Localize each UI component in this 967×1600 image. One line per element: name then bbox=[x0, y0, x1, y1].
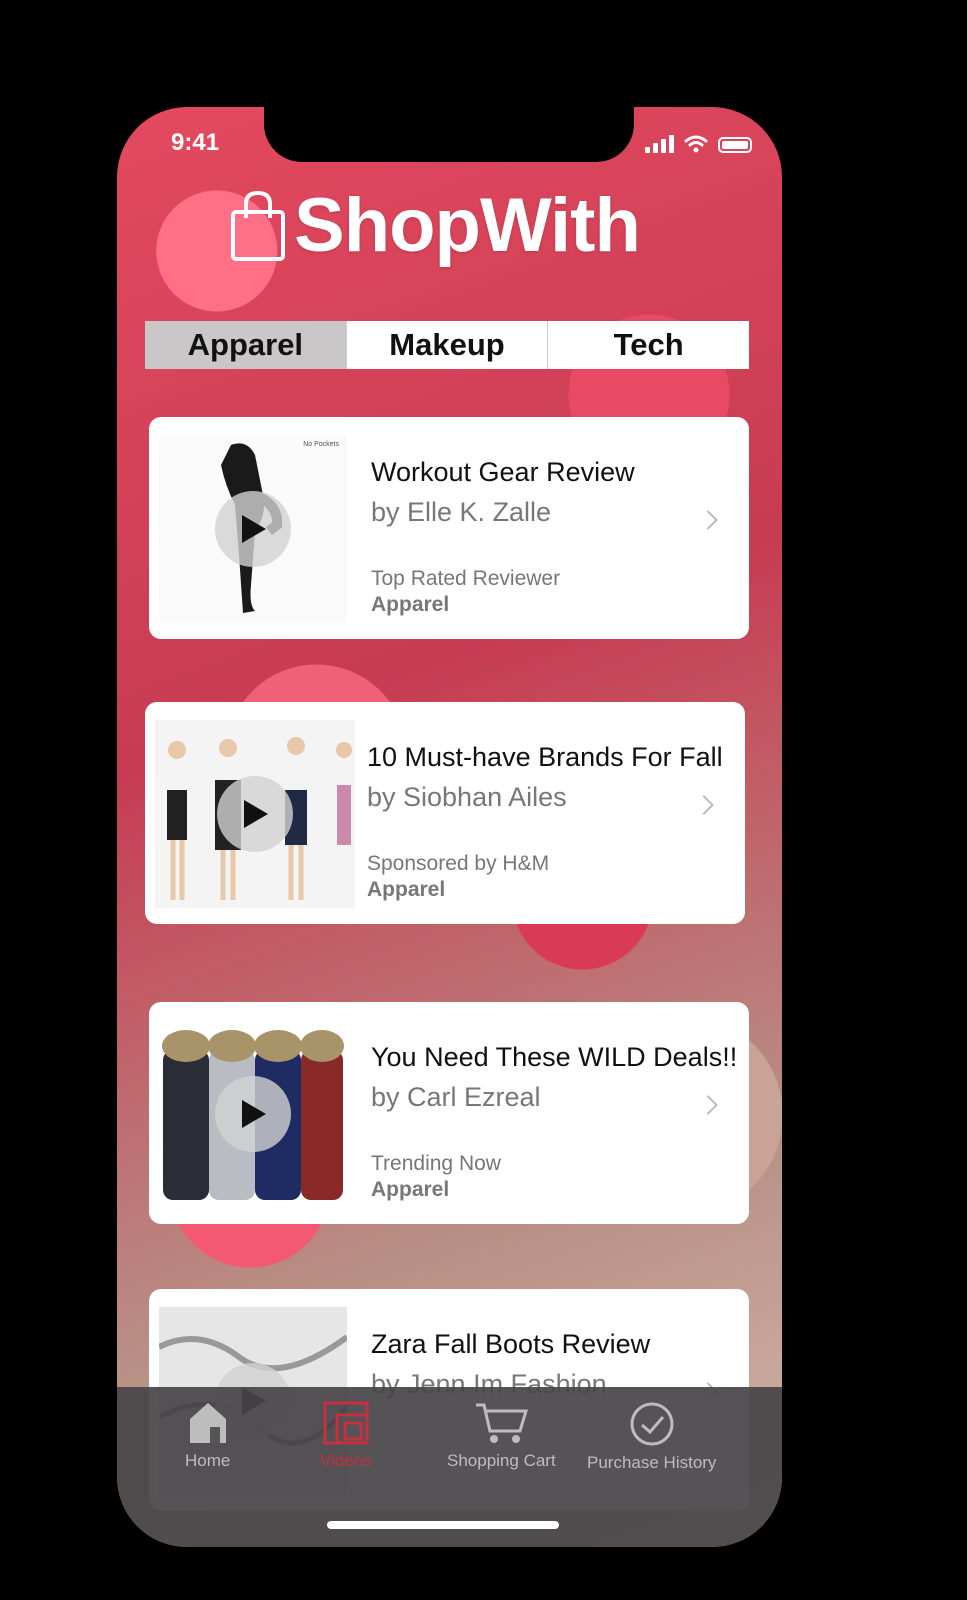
video-tag: Sponsored by H&M bbox=[367, 852, 550, 875]
videos-icon bbox=[323, 1401, 369, 1445]
tab-purchase-history[interactable]: Purchase History bbox=[587, 1401, 716, 1473]
bottom-tab-bar: Home Videos Shopping Cart Purchase Histo… bbox=[117, 1387, 782, 1547]
play-icon bbox=[244, 800, 268, 828]
video-author: by Siobhan Ailes bbox=[367, 782, 567, 812]
cart-icon bbox=[476, 1403, 529, 1443]
status-time: 9:41 bbox=[171, 129, 220, 156]
tab-videos[interactable]: Videos bbox=[320, 1401, 372, 1471]
tab-home[interactable]: Home bbox=[185, 1401, 230, 1471]
video-tag: Trending Now bbox=[371, 1152, 501, 1175]
chevron-right-icon bbox=[694, 795, 714, 815]
tab-label: Purchase History bbox=[587, 1453, 717, 1472]
video-thumbnail: No Pockets bbox=[159, 435, 347, 623]
video-card[interactable]: 10 Must-have Brands For Fall by Siobhan … bbox=[145, 702, 745, 924]
video-thumbnail bbox=[159, 1020, 347, 1208]
app-name: ShopWith bbox=[294, 183, 641, 268]
thumbnail-caption: No Pockets bbox=[303, 441, 339, 448]
video-category: Apparel bbox=[371, 1178, 450, 1201]
video-category: Apparel bbox=[367, 878, 446, 901]
video-card[interactable]: No Pockets Workout Gear Review by Elle K… bbox=[149, 417, 749, 639]
video-thumbnail bbox=[155, 720, 355, 908]
video-author: by Carl Ezreal bbox=[371, 1082, 541, 1112]
play-button[interactable] bbox=[217, 776, 293, 852]
tab-label: Shopping Cart bbox=[447, 1451, 556, 1470]
category-segmented-control: Apparel Makeup Tech bbox=[145, 321, 749, 369]
video-title: Zara Fall Boots Review bbox=[371, 1329, 651, 1359]
home-icon bbox=[189, 1403, 226, 1443]
tab-label: Videos bbox=[320, 1451, 372, 1470]
signal-icon bbox=[645, 135, 674, 153]
notch bbox=[264, 107, 634, 162]
app-logo: ShopWith bbox=[230, 182, 641, 269]
video-tag: Top Rated Reviewer bbox=[371, 567, 561, 590]
home-indicator bbox=[327, 1521, 559, 1529]
play-icon bbox=[242, 515, 266, 543]
video-author: by Elle K. Zalle bbox=[371, 497, 552, 527]
video-title: You Need These WILD Deals!! bbox=[371, 1042, 738, 1072]
battery-icon bbox=[718, 137, 752, 153]
chevron-right-icon bbox=[698, 1095, 718, 1115]
segment-apparel[interactable]: Apparel bbox=[145, 321, 347, 369]
tab-shopping-cart[interactable]: Shopping Cart bbox=[447, 1401, 556, 1471]
chevron-right-icon bbox=[698, 510, 718, 530]
wifi-icon bbox=[684, 135, 708, 153]
segment-tech[interactable]: Tech bbox=[548, 321, 749, 369]
video-card[interactable]: You Need These WILD Deals!! by Carl Ezre… bbox=[149, 1002, 749, 1224]
play-icon bbox=[242, 1100, 266, 1128]
shopping-bag-icon bbox=[231, 190, 285, 261]
play-button[interactable] bbox=[215, 1076, 291, 1152]
play-button[interactable] bbox=[215, 491, 291, 567]
phone-screen: 9:41 ShopWith Apparel Makeup Tech No Poc… bbox=[117, 107, 782, 1547]
video-category: Apparel bbox=[371, 593, 450, 616]
video-title: 10 Must-have Brands For Fall bbox=[367, 742, 723, 772]
segment-makeup[interactable]: Makeup bbox=[347, 321, 549, 369]
status-icons bbox=[645, 135, 752, 153]
video-title: Workout Gear Review bbox=[371, 457, 635, 487]
clock-icon bbox=[630, 1402, 674, 1446]
tab-label: Home bbox=[185, 1451, 231, 1470]
